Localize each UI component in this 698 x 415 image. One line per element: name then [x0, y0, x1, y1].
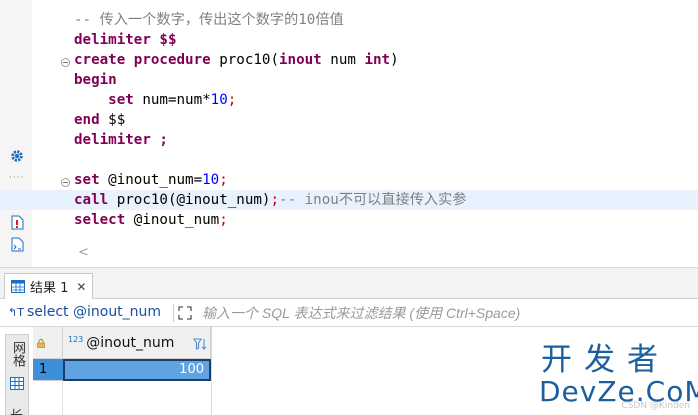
horizontal-scrollbar[interactable]: <	[74, 244, 698, 264]
code-line[interactable]: delimiter $$	[74, 30, 698, 50]
code-token: ;	[270, 192, 280, 208]
row-number[interactable]: 1	[33, 359, 63, 381]
code-line[interactable]: set num=num*10;	[74, 90, 698, 110]
code-token: set	[74, 172, 100, 188]
watermark-faint: CSDN @Kinden	[621, 401, 690, 411]
gear-icon[interactable]	[9, 148, 25, 164]
sort-filter-icon[interactable]	[193, 336, 207, 350]
code-line[interactable]: delimiter ;	[74, 130, 698, 150]
code-token: 10	[202, 172, 220, 188]
watermark-top: 开发者	[541, 342, 670, 378]
code-line[interactable]	[74, 150, 698, 170]
table-cell[interactable]: 100	[63, 359, 211, 381]
row-number-empty	[33, 381, 63, 415]
code-token: proc10(	[210, 52, 280, 68]
numeric-type-icon: 123	[68, 335, 84, 344]
code-token: end	[74, 112, 100, 128]
code-token: ;	[219, 172, 228, 188]
text-view-label[interactable]: 长	[10, 405, 23, 415]
view-switcher[interactable]: 网格 长	[5, 334, 29, 415]
code-token: begin	[74, 72, 117, 88]
filter-input[interactable]	[202, 302, 682, 324]
code-token: inout	[279, 52, 322, 68]
grid-icon[interactable]	[10, 375, 25, 390]
code-line[interactable]: begin	[74, 70, 698, 90]
code-token: select	[74, 212, 126, 228]
code-token: ;	[227, 92, 237, 108]
tab-result-1[interactable]: 结果 1 ✕	[4, 273, 94, 299]
code-token: ;	[219, 212, 228, 228]
code-token: proc10(@inout_num)	[108, 192, 271, 208]
query-text: select @inout_num	[26, 304, 162, 320]
code-token: num=num*	[133, 92, 211, 108]
results-tabbar: 结果 1 ✕	[0, 268, 698, 299]
expand-icon[interactable]	[178, 305, 194, 321]
sql-icon: ↰T	[8, 305, 24, 319]
filter-bar: ↰T select @inout_num	[0, 299, 698, 327]
watermark: 开发者 DevZe.CoM CSDN @Kinden	[539, 342, 698, 413]
divider	[173, 304, 174, 322]
column-name: @inout_num	[86, 334, 175, 351]
column-divider	[211, 327, 212, 415]
code-line[interactable]: select @inout_num;	[74, 210, 698, 230]
code-token: delimiter $$	[74, 32, 177, 48]
code-token: create	[74, 52, 126, 68]
code-line[interactable]: end $$	[74, 110, 698, 130]
code-token: num	[321, 52, 365, 68]
grid-view-label[interactable]: 网格	[8, 341, 27, 367]
code-token: set	[108, 92, 134, 108]
code-token: -- 传入一个数字，传出这个数字的10倍值	[74, 12, 344, 28]
grid-corner	[33, 327, 63, 359]
code-line[interactable]: -- 传入一个数字，传出这个数字的10倍值	[74, 10, 698, 30]
tab-label: 结果 1	[30, 281, 69, 296]
error-script-icon[interactable]	[9, 214, 25, 230]
code-line[interactable]: set @inout_num=10;	[74, 170, 698, 190]
table-icon	[11, 280, 25, 293]
editor-gutter: ····	[0, 0, 32, 267]
code-token: -- inou不可以直接传入实参	[279, 192, 467, 208]
code-token: @inout_num=	[99, 172, 203, 188]
code-token: call	[74, 192, 109, 208]
export-script-icon[interactable]	[9, 236, 25, 252]
column-header[interactable]: 123 @inout_num	[63, 327, 211, 359]
lock-icon	[37, 333, 45, 348]
more-dots-icon[interactable]: ····	[9, 173, 24, 183]
code-area[interactable]: -- 传入一个数字，传出这个数字的10倍值 delimiter $$ create …	[0, 10, 698, 230]
fold-marker[interactable]	[61, 178, 70, 187]
query-label: ↰T select @inout_num	[8, 304, 161, 320]
code-line[interactable]: create procedure proc10(inout num int)	[74, 50, 698, 70]
close-icon[interactable]: ✕	[76, 280, 86, 294]
code-token: )	[390, 52, 399, 68]
fold-marker[interactable]	[61, 58, 70, 67]
sql-editor[interactable]: ···· -- 传入一个数字，传出这个数字的10倍值 delimiter $$ cr…	[0, 0, 698, 267]
code-token: @inout_num	[125, 212, 220, 228]
code-line[interactable]: call proc10(@inout_num);-- inou不可以直接传入实参	[0, 190, 698, 210]
code-token: delimiter ;	[74, 132, 168, 148]
code-token: int	[364, 52, 391, 68]
code-token: $$	[99, 112, 126, 128]
scroll-left-icon[interactable]: <	[78, 245, 89, 260]
code-token: procedure	[133, 52, 211, 68]
code-token: 10	[210, 92, 228, 108]
